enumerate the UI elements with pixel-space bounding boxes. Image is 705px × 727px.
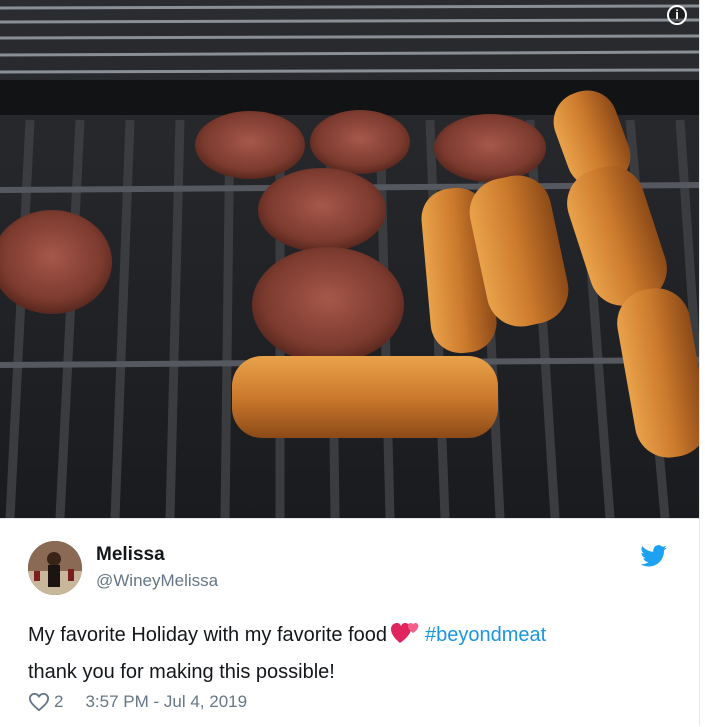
tweet-text: My favorite Holiday with my favorite foo… xyxy=(28,619,678,689)
tweet-text-part2: thank you for making this possible! xyxy=(28,661,335,683)
tweet-timestamp[interactable]: 3:57 PM - Jul 4, 2019 xyxy=(85,692,247,712)
twitter-bird-icon[interactable] xyxy=(640,545,668,567)
like-count: 2 xyxy=(54,692,64,711)
tweet-text-part1: My favorite Holiday with my favorite foo… xyxy=(28,624,388,646)
tweet-body: Melissa @WineyMelissa My favorite Holida… xyxy=(0,518,699,727)
user-handle[interactable]: @WineyMelissa xyxy=(96,571,218,591)
like-button[interactable]: 2 xyxy=(28,692,85,712)
tweet-card: i Melissa @WineyMelissa My favorite Holi… xyxy=(0,0,700,726)
tweet-photo[interactable]: i xyxy=(0,0,699,518)
tweet-meta: 2 3:57 PM - Jul 4, 2019 xyxy=(28,692,247,712)
user-name[interactable]: Melissa xyxy=(96,544,165,566)
avatar[interactable] xyxy=(28,541,82,595)
heart-icon xyxy=(28,692,50,712)
hashtag-link[interactable]: #beyondmeat xyxy=(425,624,546,646)
avatar-image xyxy=(28,541,82,595)
grill-photo xyxy=(0,0,699,518)
two-hearts-icon xyxy=(391,621,421,656)
info-icon[interactable]: i xyxy=(667,5,687,25)
